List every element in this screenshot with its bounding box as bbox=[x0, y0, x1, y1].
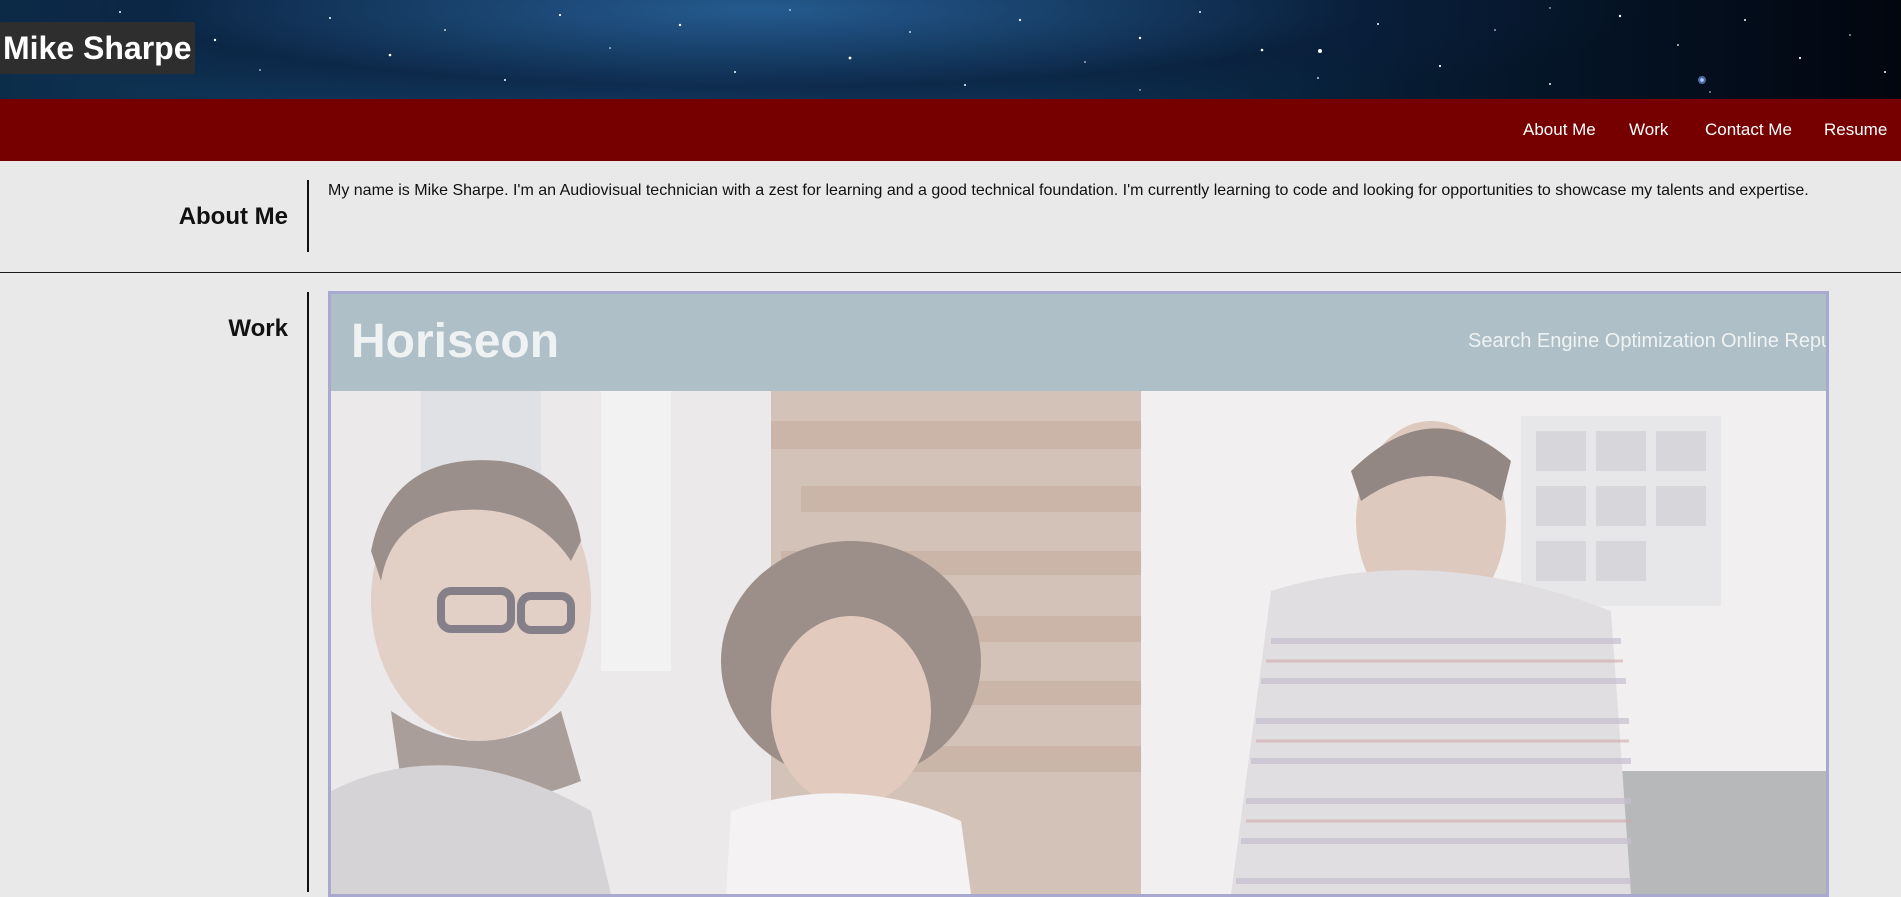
about-section: About Me My name is Mike Sharpe. I'm an … bbox=[0, 161, 1901, 273]
project-nav-item: Online Repu bbox=[1721, 330, 1829, 352]
nav-link-resume[interactable]: Resume bbox=[1824, 99, 1887, 161]
about-heading: About Me bbox=[178, 203, 288, 230]
project-nav-item: Search Engine Optimization bbox=[1468, 330, 1716, 352]
section-divider bbox=[307, 180, 309, 252]
project-screenshot-header: Horiseon Search Engine Optimization Onli… bbox=[331, 294, 1826, 391]
nav-link-work[interactable]: Work bbox=[1629, 99, 1668, 161]
work-heading: Work bbox=[228, 315, 288, 342]
main-navbar: About Me Work Contact Me Resume bbox=[0, 99, 1901, 161]
about-text: My name is Mike Sharpe. I'm an Audiovisu… bbox=[328, 182, 1809, 199]
project-screenshot-image bbox=[331, 391, 1826, 894]
hero-banner: Mike Sharpe bbox=[0, 0, 1901, 99]
work-section: Work Horiseon Search Engine Optimization… bbox=[0, 273, 1901, 897]
site-title: Mike Sharpe bbox=[0, 22, 195, 74]
nav-link-contact-me[interactable]: Contact Me bbox=[1705, 99, 1792, 161]
starfield-background bbox=[119, 7, 1886, 93]
project-brand: Horiseon bbox=[351, 315, 560, 368]
project-card-horiseon[interactable]: Horiseon Search Engine Optimization Onli… bbox=[328, 291, 1829, 897]
nav-link-about-me[interactable]: About Me bbox=[1523, 99, 1596, 161]
section-divider bbox=[307, 292, 309, 892]
